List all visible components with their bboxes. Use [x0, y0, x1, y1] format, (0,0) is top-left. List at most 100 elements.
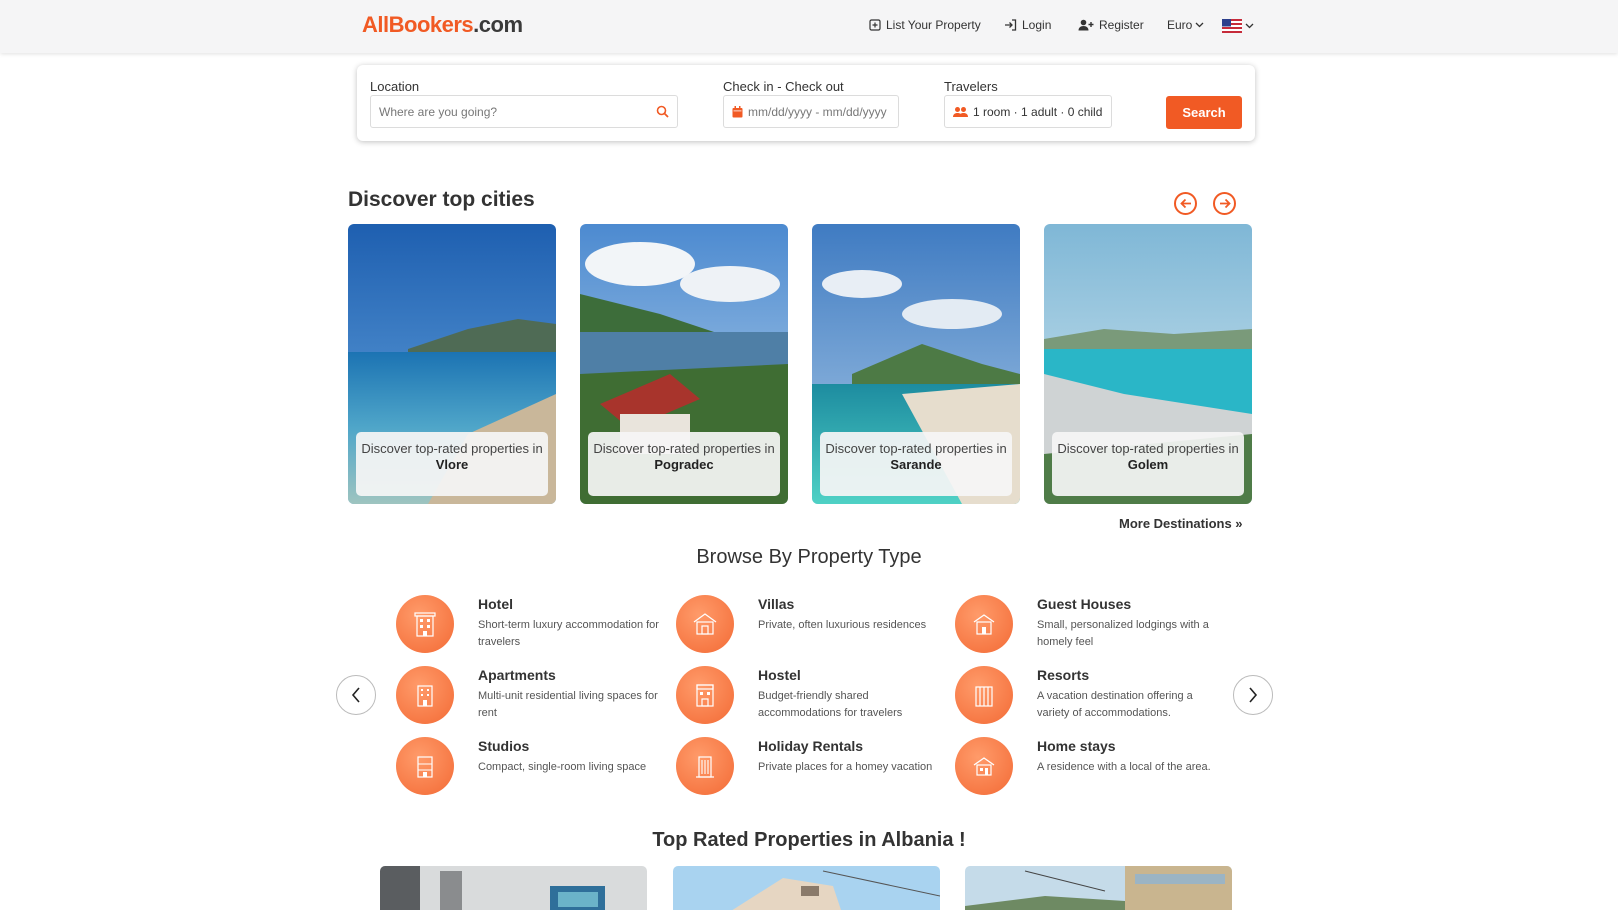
chevron-left-icon	[351, 687, 360, 703]
property-type-name: Holiday Rentals	[758, 738, 864, 754]
login-link[interactable]: Login	[1004, 18, 1051, 32]
arrow-right-icon	[1219, 198, 1231, 209]
city-caption: Discover top-rated properties in Pograde…	[588, 432, 780, 496]
city-name: Pogradec	[654, 457, 714, 472]
property-type-name: Home stays	[1037, 738, 1116, 754]
currency-value: Euro	[1167, 18, 1193, 32]
search-button[interactable]: Search	[1166, 96, 1242, 129]
city-name: Sarande	[890, 457, 942, 472]
property-photo	[673, 866, 940, 910]
property-type-guest-houses[interactable]: Guest Houses Small, personalized lodging…	[955, 595, 1225, 657]
us-flag-icon	[1222, 19, 1242, 33]
login-icon	[1005, 19, 1017, 31]
property-type-name: Studios	[478, 738, 530, 754]
city-caption-text: Discover top-rated properties in	[825, 441, 1007, 456]
top-header: AllBookers.com List Your Property Login …	[0, 0, 1618, 53]
holiday-rental-icon	[676, 737, 734, 795]
travelers-value: 1 room · 1 adult · 0 child	[973, 104, 1103, 119]
location-label: Location	[370, 79, 420, 94]
property-type-title: Browse By Property Type	[696, 546, 922, 568]
guest-house-icon	[955, 595, 1013, 653]
property-type-name: Villas	[758, 596, 795, 612]
calendar-icon	[732, 105, 743, 117]
top-rated-property-card[interactable]	[965, 866, 1232, 910]
property-type-desc: A vacation destination offering a variet…	[1037, 690, 1193, 719]
apartment-icon	[396, 666, 454, 724]
chevron-down-icon	[1195, 22, 1204, 28]
list-property-link[interactable]: List Your Property	[869, 18, 981, 32]
property-types-next-button[interactable]	[1233, 675, 1273, 715]
top-rated-title: Top Rated Properties in Albania !	[652, 829, 966, 851]
site-logo[interactable]: AllBookers.com	[362, 12, 523, 38]
city-caption-text: Discover top-rated properties in	[361, 441, 543, 456]
cities-prev-button[interactable]	[1174, 192, 1197, 215]
property-type-villas[interactable]: Villas Private, often luxurious residenc…	[676, 595, 946, 657]
arrow-left-icon	[1179, 198, 1191, 209]
language-select[interactable]	[1222, 19, 1254, 33]
property-type-resorts[interactable]: Resorts A vacation destination offering …	[955, 666, 1225, 728]
property-type-name: Guest Houses	[1037, 596, 1132, 612]
search-panel: Location Where are you going? Check in -…	[357, 65, 1255, 141]
property-type-desc: Multi-unit residential living spaces for…	[478, 690, 658, 719]
property-type-name: Apartments	[478, 667, 556, 683]
travelers-input[interactable]: 1 room · 1 adult · 0 child	[944, 95, 1112, 128]
register-label: Register	[1099, 18, 1144, 32]
hotel-icon	[396, 595, 454, 653]
city-caption: Discover top-rated properties in Sarande	[820, 432, 1012, 496]
travelers-label: Travelers	[944, 79, 998, 94]
city-caption-text: Discover top-rated properties in	[1057, 441, 1239, 456]
city-name: Vlore	[435, 457, 469, 472]
city-card-sarande[interactable]: Discover top-rated properties in Sarande	[812, 224, 1020, 504]
city-caption: Discover top-rated properties in Vlore	[356, 432, 548, 496]
logo-text-domain: .com	[473, 12, 523, 37]
property-type-name: Hostel	[758, 667, 801, 683]
city-card-golem[interactable]: Discover top-rated properties in Golem	[1044, 224, 1252, 504]
list-property-label: List Your Property	[886, 18, 981, 32]
property-type-desc: Short-term luxury accommodation for trav…	[478, 619, 659, 648]
dates-label: Check in - Check out	[723, 79, 844, 94]
logo-text-main: AllBookers	[362, 12, 474, 37]
top-cities-title: Discover top cities	[348, 188, 535, 211]
users-icon	[953, 106, 968, 117]
resort-icon	[955, 666, 1013, 724]
add-user-icon	[1078, 19, 1094, 31]
property-type-desc: Small, personalized lodgings with a home…	[1037, 619, 1209, 648]
property-type-hotel[interactable]: Hotel Short-term luxury accommodation fo…	[396, 595, 666, 657]
search-icon	[656, 105, 669, 118]
city-card-pogradec[interactable]: Discover top-rated properties in Pograde…	[580, 224, 788, 504]
register-link[interactable]: Register	[1078, 18, 1144, 32]
city-caption: Discover top-rated properties in Golem	[1052, 432, 1244, 496]
city-card-vlore[interactable]: Discover top-rated properties in Vlore	[348, 224, 556, 504]
city-name: Golem	[1127, 457, 1169, 472]
studio-icon	[396, 737, 454, 795]
property-type-desc: Budget-friendly shared accommodations fo…	[758, 690, 903, 719]
location-placeholder: Where are you going?	[379, 104, 498, 119]
chevron-right-icon	[1249, 687, 1258, 703]
property-type-home-stays[interactable]: Home stays A residence with a local of t…	[955, 737, 1225, 799]
property-type-holiday-rentals[interactable]: Holiday Rentals Private places for a hom…	[676, 737, 946, 799]
property-type-name: Hotel	[478, 596, 513, 612]
property-photo	[380, 866, 647, 910]
property-type-studios[interactable]: Studios Compact, single-room living spac…	[396, 737, 666, 799]
property-type-desc: Compact, single-room living space	[478, 761, 647, 773]
property-type-desc: A residence with a local of the area.	[1037, 761, 1211, 773]
top-rated-property-card[interactable]	[673, 866, 940, 910]
home-stay-icon	[955, 737, 1013, 795]
property-types-prev-button[interactable]	[336, 675, 376, 715]
more-destinations-link[interactable]: More Destinations »	[1119, 516, 1243, 531]
property-type-hostel[interactable]: Hostel Budget-friendly shared accommodat…	[676, 666, 946, 728]
property-type-apartments[interactable]: Apartments Multi-unit residential living…	[396, 666, 666, 728]
location-input[interactable]: Where are you going?	[370, 95, 678, 128]
chevron-down-icon	[1245, 23, 1254, 29]
top-rated-property-card[interactable]	[380, 866, 647, 910]
city-caption-text: Discover top-rated properties in	[593, 441, 775, 456]
villa-icon	[676, 595, 734, 653]
property-type-desc: Private, often luxurious residences	[758, 619, 927, 631]
login-label: Login	[1022, 18, 1052, 32]
property-photo	[965, 866, 1232, 910]
currency-select[interactable]: Euro	[1167, 18, 1204, 32]
property-type-desc: Private places for a homey vacation	[758, 761, 933, 773]
hostel-icon	[676, 666, 734, 724]
cities-next-button[interactable]	[1213, 192, 1236, 215]
date-range-input[interactable]: mm/dd/yyyy - mm/dd/yyyy	[723, 95, 899, 128]
